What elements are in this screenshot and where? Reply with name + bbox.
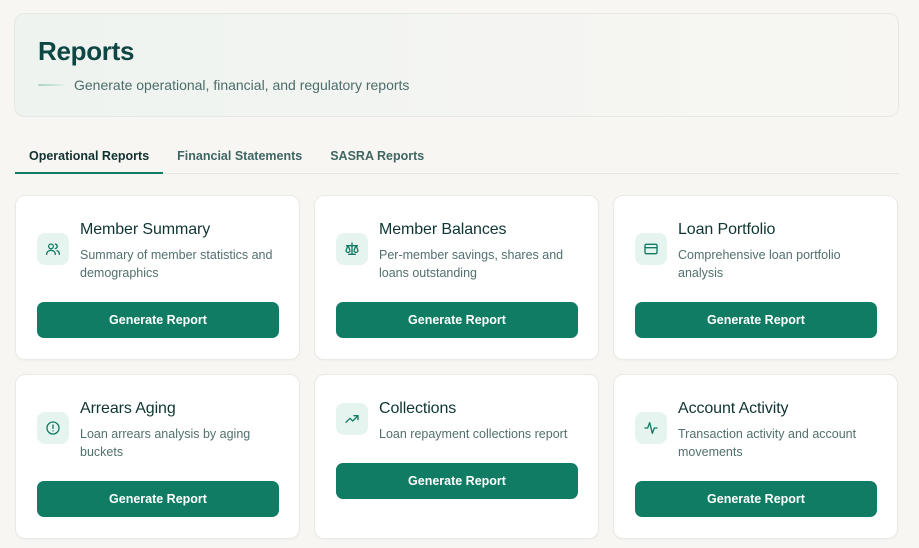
- card-description: Loan repayment collections report: [379, 427, 568, 441]
- tab-operational-reports[interactable]: Operational Reports: [15, 138, 164, 174]
- card-title: Member Summary: [80, 221, 211, 238]
- generate-report-button[interactable]: Generate Report: [37, 481, 279, 517]
- users-icon: [37, 233, 69, 265]
- card-title: Arrears Aging: [80, 400, 176, 417]
- report-tabs: Operational Reports Financial Statements…: [15, 138, 899, 174]
- card-description: Transaction activity and account movemen…: [678, 427, 857, 459]
- report-card-loan-portfolio: Loan Portfolio Comprehensive loan portfo…: [613, 195, 898, 360]
- activity-icon: [635, 412, 667, 444]
- card-title: Loan Portfolio: [678, 221, 776, 238]
- scale-icon: [336, 233, 368, 265]
- card-description: Summary of member statistics and demogra…: [80, 248, 273, 280]
- card-title: Account Activity: [678, 400, 789, 417]
- generate-report-button[interactable]: Generate Report: [635, 302, 877, 338]
- card-description: Per-member savings, shares and loans out…: [379, 248, 564, 280]
- generate-report-button[interactable]: Generate Report: [37, 302, 279, 338]
- report-card-arrears-aging: Arrears Aging Loan arrears analysis by a…: [15, 374, 300, 539]
- tab-sasra-reports[interactable]: SASRA Reports: [316, 138, 438, 174]
- alert-circle-icon: [37, 412, 69, 444]
- card-title: Member Balances: [379, 221, 507, 238]
- credit-card-icon: [635, 233, 667, 265]
- generate-report-button[interactable]: Generate Report: [336, 463, 578, 499]
- accent-line: [38, 84, 64, 86]
- card-description: Loan arrears analysis by aging buckets: [80, 427, 251, 459]
- trending-up-icon: [336, 403, 368, 435]
- generate-report-button[interactable]: Generate Report: [635, 481, 877, 517]
- page-header: Reports Generate operational, financial,…: [14, 13, 899, 117]
- tab-financial-statements[interactable]: Financial Statements: [163, 138, 316, 174]
- page-title: Reports: [38, 36, 135, 66]
- subtitle-row: Generate operational, financial, and reg…: [38, 77, 409, 93]
- report-card-member-balances: Member Balances Per-member savings, shar…: [314, 195, 599, 360]
- generate-report-button[interactable]: Generate Report: [336, 302, 578, 338]
- report-card-member-summary: Member Summary Summary of member statist…: [15, 195, 300, 360]
- page-subtitle: Generate operational, financial, and reg…: [74, 77, 410, 93]
- card-title: Collections: [379, 400, 457, 417]
- card-description: Comprehensive loan portfolio analysis: [678, 248, 841, 280]
- report-card-account-activity: Account Activity Transaction activity an…: [613, 374, 898, 539]
- report-card-collections: Collections Loan repayment collections r…: [314, 374, 599, 539]
